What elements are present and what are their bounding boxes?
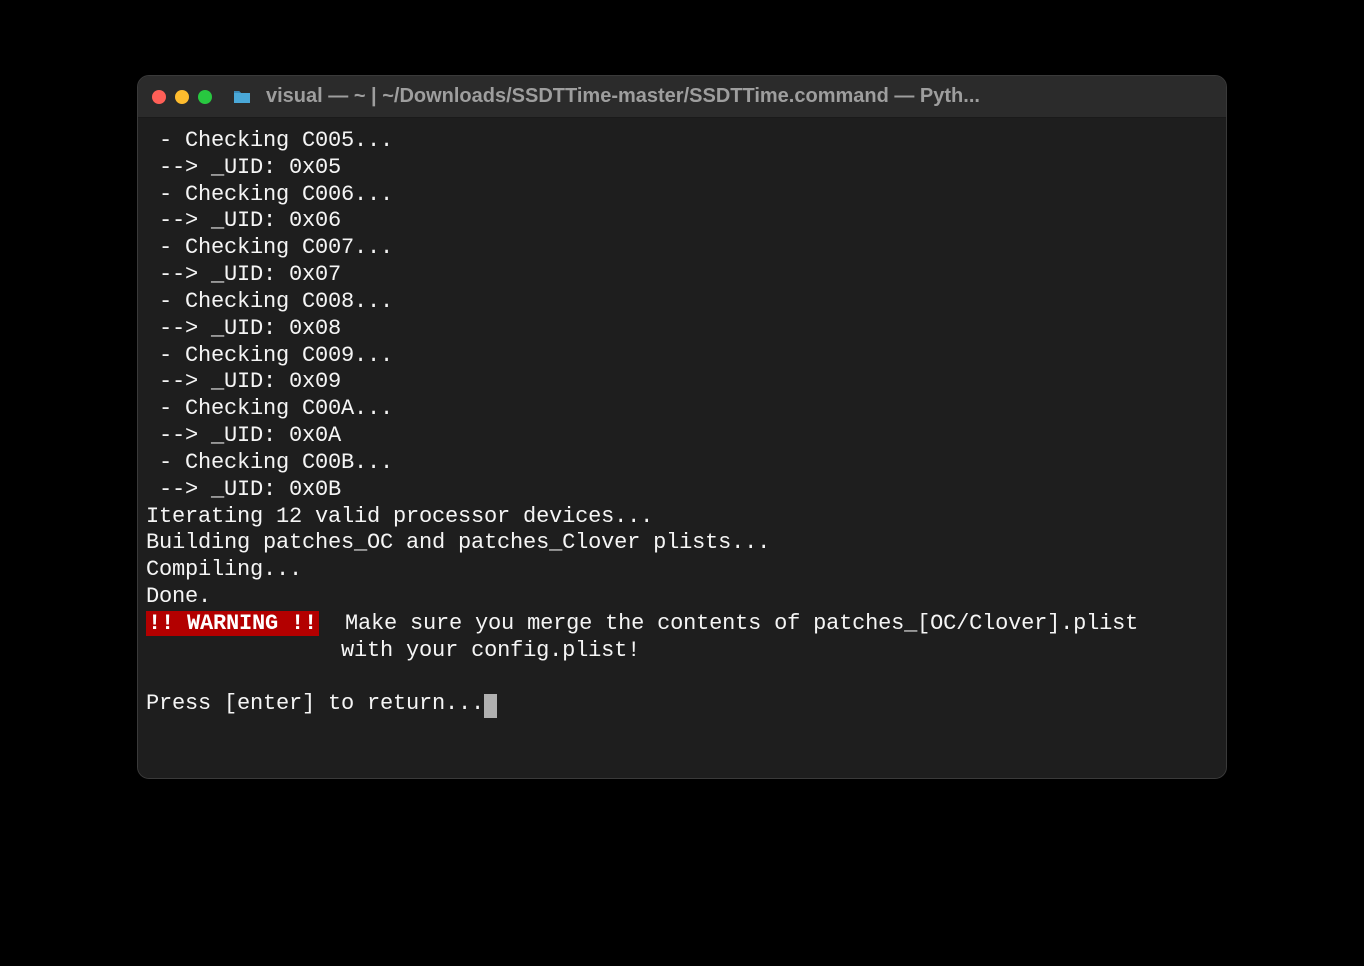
terminal-line: --> _UID: 0x09 xyxy=(146,369,1218,396)
folder-icon xyxy=(232,89,252,105)
terminal-line: --> _UID: 0x07 xyxy=(146,262,1218,289)
terminal-line: --> _UID: 0x05 xyxy=(146,155,1218,182)
terminal-line: --> _UID: 0x0A xyxy=(146,423,1218,450)
terminal-window: visual — ~ | ~/Downloads/SSDTTime-master… xyxy=(137,75,1227,779)
terminal-line: - Checking C005... xyxy=(146,128,1218,155)
warning-line-2: with your config.plist! xyxy=(146,638,1218,665)
terminal-line: Done. xyxy=(146,584,1218,611)
terminal-line: - Checking C007... xyxy=(146,235,1218,262)
terminal-line xyxy=(146,665,1218,692)
titlebar: visual — ~ | ~/Downloads/SSDTTime-master… xyxy=(138,76,1226,118)
terminal-line: --> _UID: 0x0B xyxy=(146,477,1218,504)
cursor xyxy=(484,694,497,718)
terminal-line: --> _UID: 0x08 xyxy=(146,316,1218,343)
traffic-lights xyxy=(152,90,212,104)
maximize-button[interactable] xyxy=(198,90,212,104)
terminal-line: - Checking C008... xyxy=(146,289,1218,316)
terminal-line: - Checking C006... xyxy=(146,182,1218,209)
warning-line: !! WARNING !! Make sure you merge the co… xyxy=(146,611,1218,638)
terminal-line: Building patches_OC and patches_Clover p… xyxy=(146,530,1218,557)
terminal-line: - Checking C00B... xyxy=(146,450,1218,477)
terminal-line: --> _UID: 0x06 xyxy=(146,208,1218,235)
close-button[interactable] xyxy=(152,90,166,104)
terminal-line: Iterating 12 valid processor devices... xyxy=(146,504,1218,531)
terminal-line: - Checking C00A... xyxy=(146,396,1218,423)
warning-badge: !! WARNING !! xyxy=(146,611,319,636)
terminal-line: Compiling... xyxy=(146,557,1218,584)
terminal-body[interactable]: - Checking C005... --> _UID: 0x05 - Chec… xyxy=(138,118,1226,778)
window-title: visual — ~ | ~/Downloads/SSDTTime-master… xyxy=(266,85,1212,108)
prompt-text: Press [enter] to return... xyxy=(146,691,484,716)
minimize-button[interactable] xyxy=(175,90,189,104)
terminal-line: - Checking C009... xyxy=(146,343,1218,370)
warning-text: Make sure you merge the contents of patc… xyxy=(319,611,1138,636)
prompt-line: Press [enter] to return... xyxy=(146,691,1218,718)
